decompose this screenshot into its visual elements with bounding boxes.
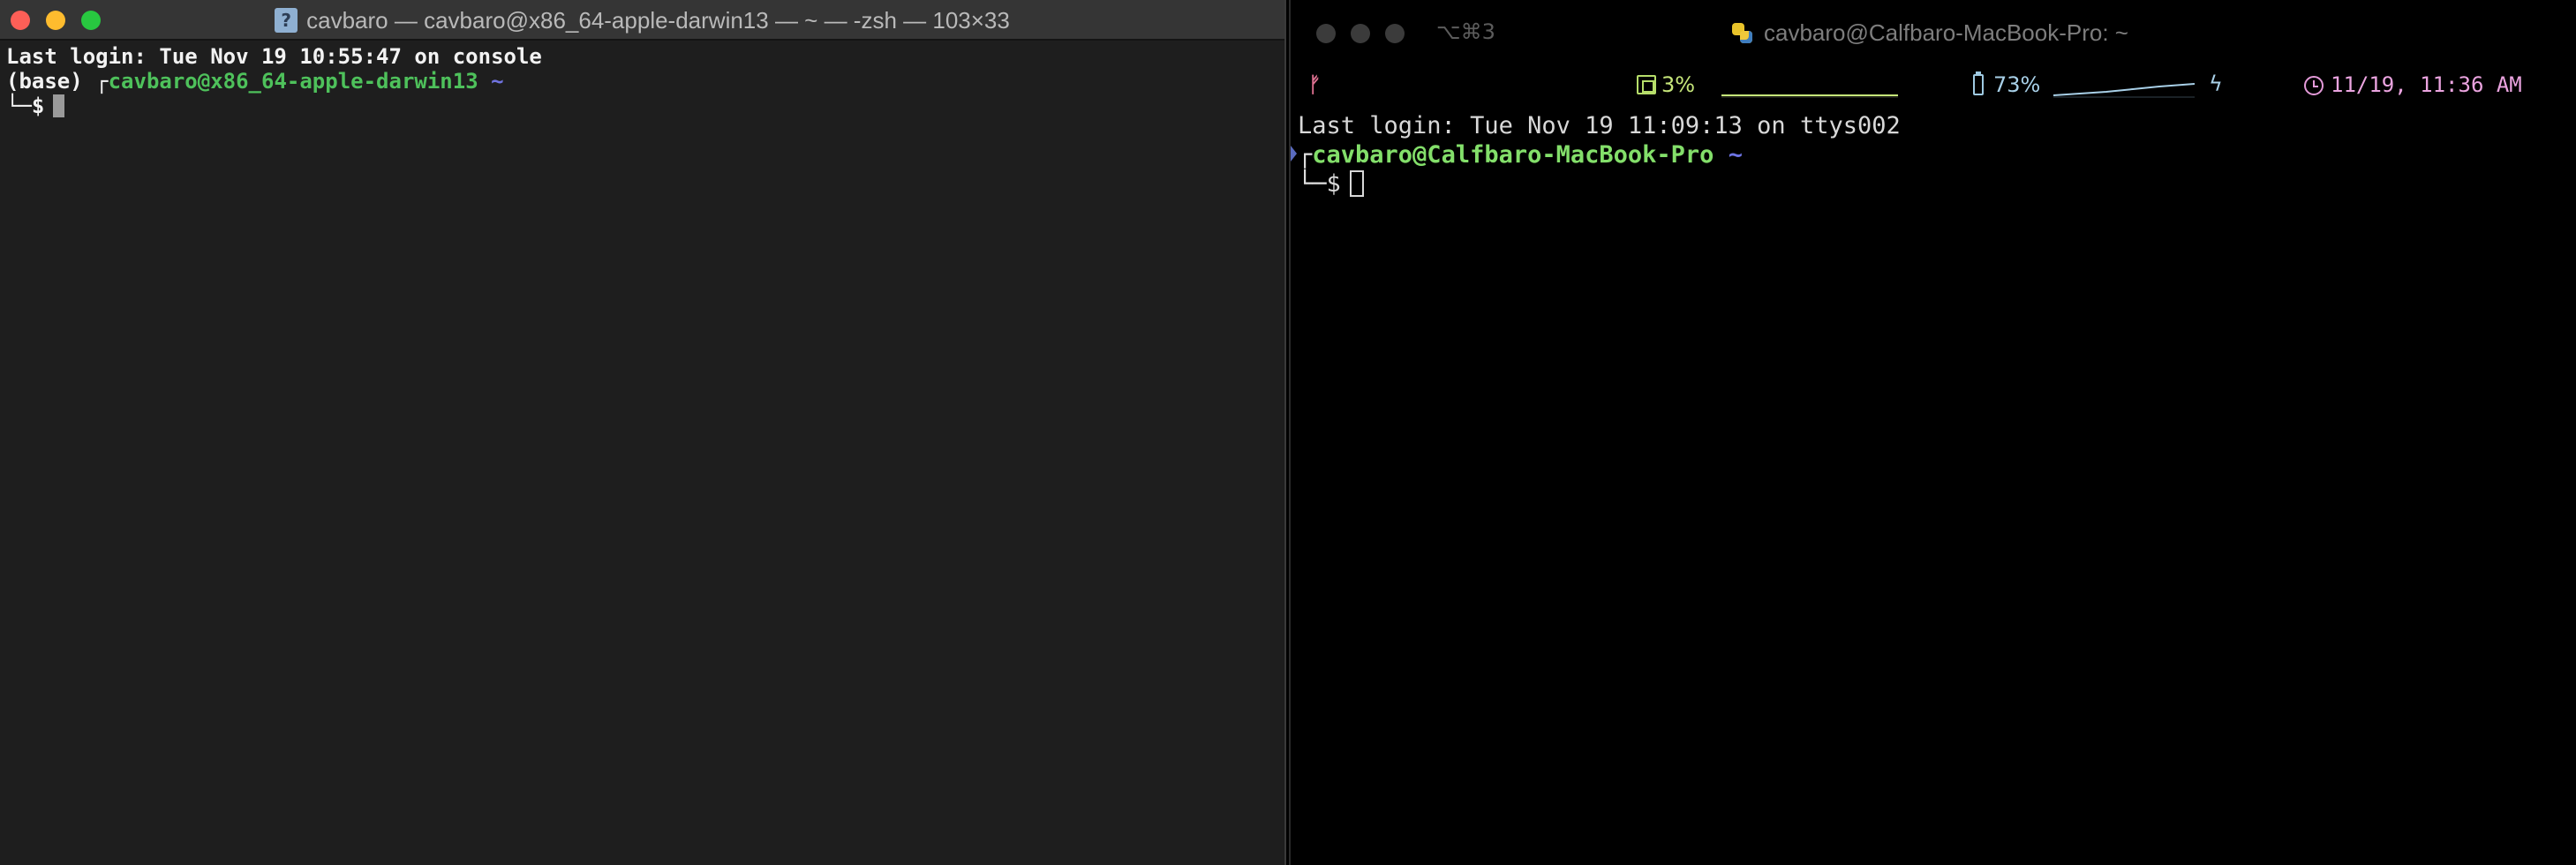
cpu-icon xyxy=(1637,75,1656,94)
prompt-symbol: $ xyxy=(31,94,45,118)
window-title-text: cavbaro — cavbaro@x86_64-apple-darwin13 … xyxy=(306,6,1010,34)
last-login-line: Last login: Tue Nov 19 10:55:47 on conso… xyxy=(6,44,542,69)
battery-icon xyxy=(1973,71,1984,95)
charging-icon: ϟ xyxy=(2209,71,2223,96)
git-branch-icon: ᚠ xyxy=(1308,72,1322,97)
terminal-content[interactable]: Last login: Tue Nov 19 11:09:13 on ttys0… xyxy=(1298,111,1901,199)
last-login-text: Last login: Tue Nov 19 10:55:47 on conso… xyxy=(6,44,542,69)
prompt-line-1: (base) ┌cavbaro@x86_64-apple-darwin13 ~ xyxy=(6,69,542,94)
datetime-display: 11/19, 11:36 AM xyxy=(2331,72,2522,97)
terminal-window[interactable]: ? cavbaro — cavbaro@x86_64-apple-darwin1… xyxy=(0,0,1286,865)
box-corner-bottom: └─ xyxy=(1298,170,1327,198)
prompt-line-2: └─$ xyxy=(1298,169,1901,199)
iterm-window[interactable]: ⌥⌘3 cavbaro@Calfbaro-MacBook-Pro: ~ ᚠ 3%… xyxy=(1289,0,2576,865)
clock-icon xyxy=(2304,76,2324,95)
status-bar: ᚠ 3% 73% ϟ 11/19, 11:36 AM xyxy=(1291,69,2576,104)
last-login-text: Last login: Tue Nov 19 11:09:13 on ttys0… xyxy=(1298,112,1901,139)
cpu-usage: 3% xyxy=(1661,72,1696,97)
terminal-content[interactable]: Last login: Tue Nov 19 10:55:47 on conso… xyxy=(6,44,542,118)
battery-sparkline xyxy=(2053,83,2195,98)
text-cursor xyxy=(53,94,65,117)
document-icon: ? xyxy=(275,8,298,33)
conda-env-label: (base) xyxy=(6,69,83,94)
battery-level: 73% xyxy=(1993,72,2041,97)
minimize-button[interactable] xyxy=(1351,24,1370,43)
title-bar[interactable]: ⌥⌘3 cavbaro@Calfbaro-MacBook-Pro: ~ xyxy=(1291,0,2576,69)
box-corner-top: ┌ xyxy=(1298,141,1313,169)
last-login-line: Last login: Tue Nov 19 11:09:13 on ttys0… xyxy=(1298,111,1901,140)
prompt-line-1: ┌cavbaro@Calfbaro-MacBook-Pro ~ xyxy=(1298,140,1901,169)
cpu-sparkline xyxy=(1721,94,1898,98)
prompt-path: ~ xyxy=(491,69,504,94)
box-corner-bottom: └─ xyxy=(6,94,32,118)
box-corner-top: ┌ xyxy=(95,69,109,94)
window-title: cavbaro@Calfbaro-MacBook-Pro: ~ xyxy=(1732,19,2128,47)
window-title: ? cavbaro — cavbaro@x86_64-apple-darwin1… xyxy=(0,0,1284,41)
prompt-mark-icon xyxy=(1291,146,1297,162)
prompt-user-host: cavbaro@x86_64-apple-darwin13 xyxy=(108,69,478,94)
python-icon xyxy=(1732,22,1753,44)
close-button[interactable] xyxy=(1316,24,1336,43)
zoom-button[interactable] xyxy=(1385,24,1405,43)
text-cursor xyxy=(1349,170,1364,197)
window-title-text: cavbaro@Calfbaro-MacBook-Pro: ~ xyxy=(1764,19,2128,46)
window-shortcut-label: ⌥⌘3 xyxy=(1436,19,1495,44)
prompt-line-2: └─$ xyxy=(6,94,542,118)
prompt-symbol: $ xyxy=(1326,170,1341,198)
prompt-path: ~ xyxy=(1728,141,1743,169)
prompt-user-host: cavbaro@Calfbaro-MacBook-Pro xyxy=(1312,141,1714,169)
title-bar[interactable]: ? cavbaro — cavbaro@x86_64-apple-darwin1… xyxy=(0,0,1284,41)
